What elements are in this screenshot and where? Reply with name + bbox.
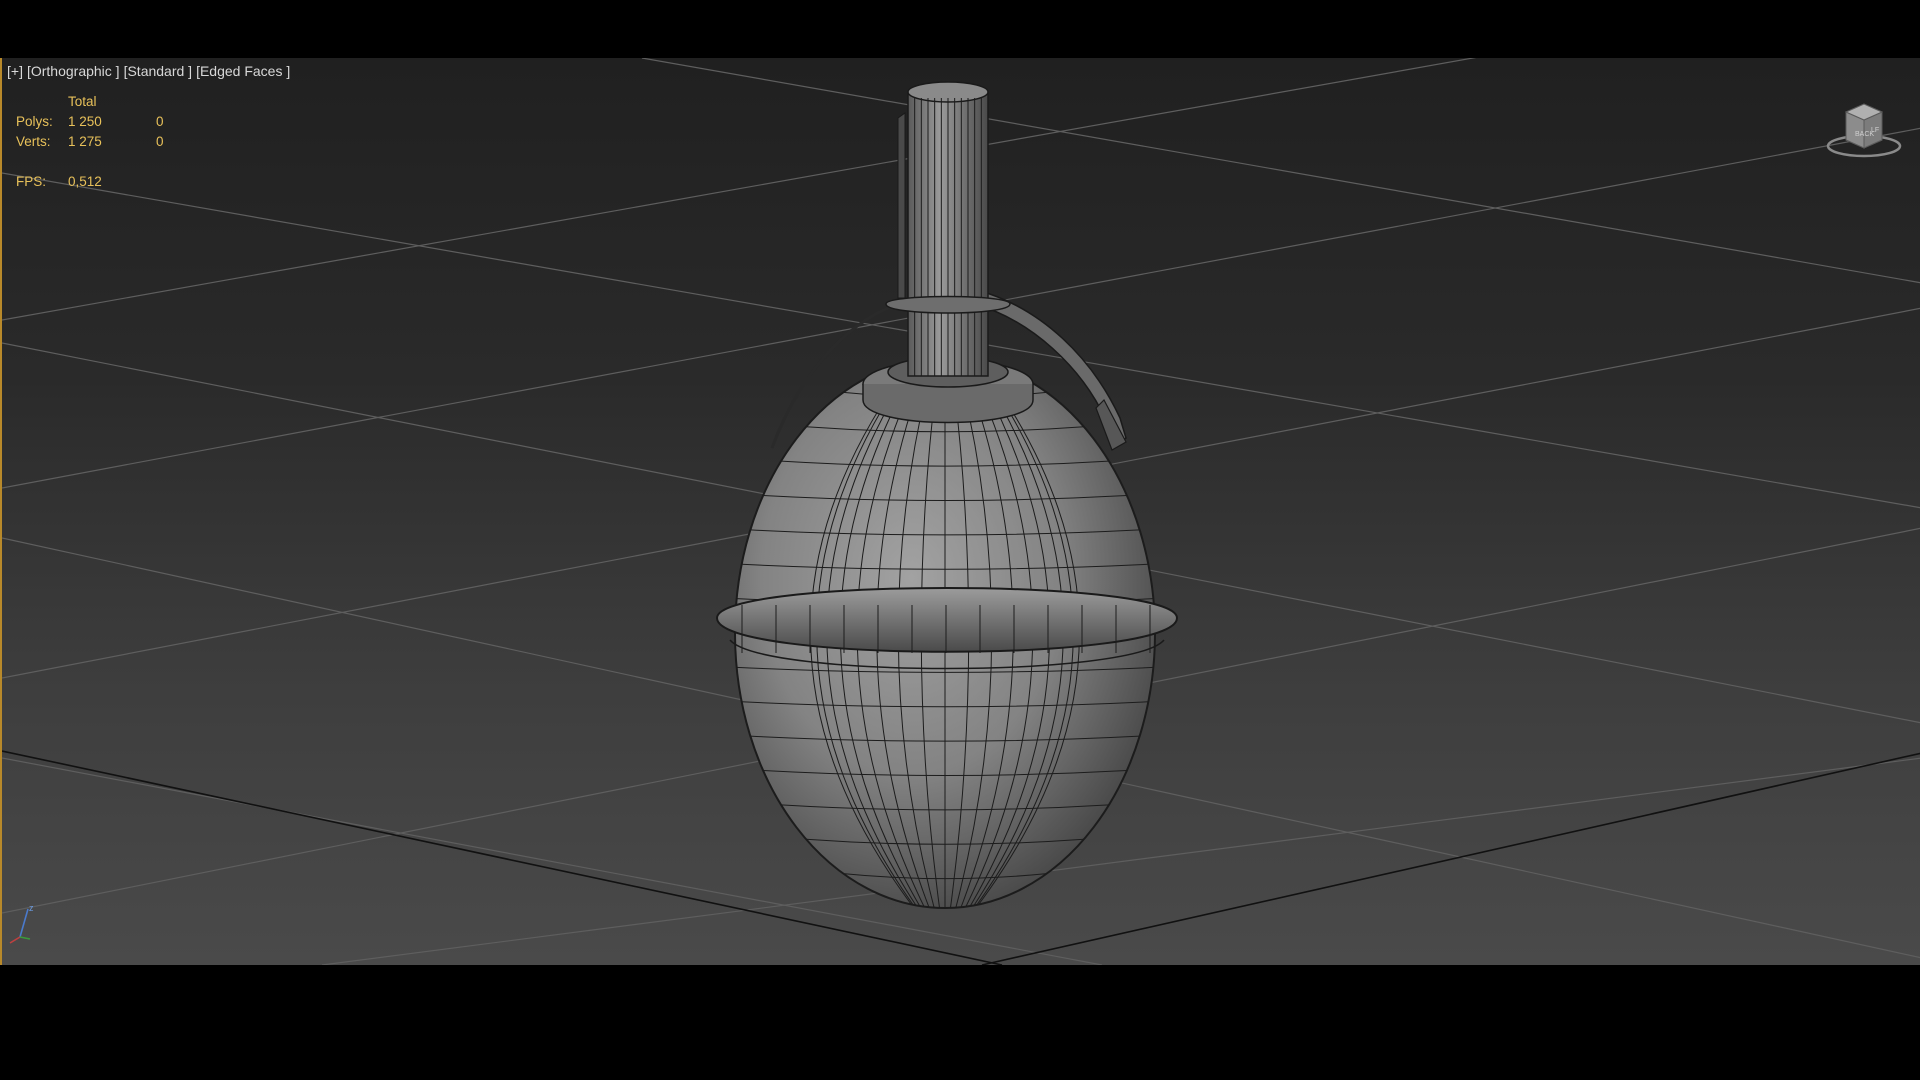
viewport-point-of-view-menu[interactable]: [Orthographic ] [27, 63, 120, 79]
bottom-letterbox-bar [0, 965, 1920, 1080]
stats-verts-total: 1 275 [68, 134, 102, 149]
axis-z-label: z [29, 903, 34, 913]
viewport-label-menu: [+] [Orthographic ] [Standard ] [Edged F… [7, 63, 290, 79]
stats-polys-label: Polys: [16, 114, 53, 129]
viewport-statistics: Total Polys: 1 250 0 Verts: 1 275 0 FPS:… [16, 92, 196, 192]
viewport-shading-menu[interactable]: [Standard ] [124, 63, 193, 79]
stats-fps-label: FPS: [16, 174, 47, 189]
viewport-display-menu[interactable]: [Edged Faces ] [196, 63, 290, 79]
grenade-fuse-stem [885, 81, 1011, 377]
perspective-viewport[interactable]: [+] [Orthographic ] [Standard ] [Edged F… [0, 58, 1920, 965]
viewcube-icon[interactable]: BACK LF [1824, 94, 1904, 164]
stats-polys-selected: 0 [156, 114, 164, 129]
stats-polys-total: 1 250 [68, 114, 102, 129]
top-letterbox-bar [0, 0, 1920, 58]
viewport-plus-menu[interactable]: [+] [7, 63, 23, 79]
stats-verts-selected: 0 [156, 134, 164, 149]
stats-verts-label: Verts: [16, 134, 51, 149]
stats-total-header: Total [68, 94, 97, 109]
viewcube-side-label: LF [1871, 127, 1879, 134]
stats-fps-value: 0,512 [68, 174, 102, 189]
viewport-scene [2, 58, 1920, 965]
axis-tripod-icon: z [9, 903, 34, 944]
